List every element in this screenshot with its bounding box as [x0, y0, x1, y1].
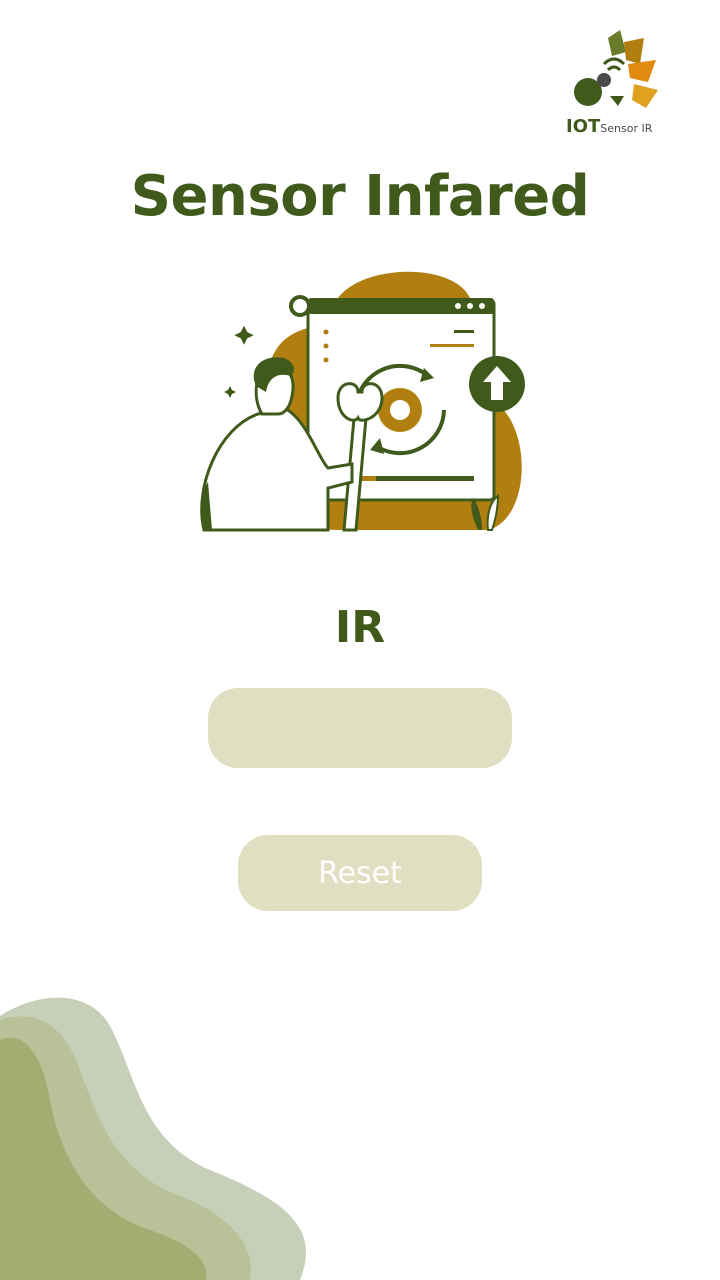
logo-brand-text: IOT [566, 116, 601, 137]
decorative-waves [0, 997, 306, 1280]
logo-product-text: Sensor IR [600, 122, 653, 135]
app-logo: IOTSensor IR [560, 30, 664, 140]
sensor-label: IR [334, 602, 386, 653]
ir-value-field[interactable] [208, 688, 512, 768]
page-title: Sensor Infared [130, 164, 590, 229]
reset-button[interactable]: Reset [238, 835, 482, 911]
settings-update-illustration [200, 271, 525, 532]
iot-sensor-logo-icon [574, 30, 658, 108]
